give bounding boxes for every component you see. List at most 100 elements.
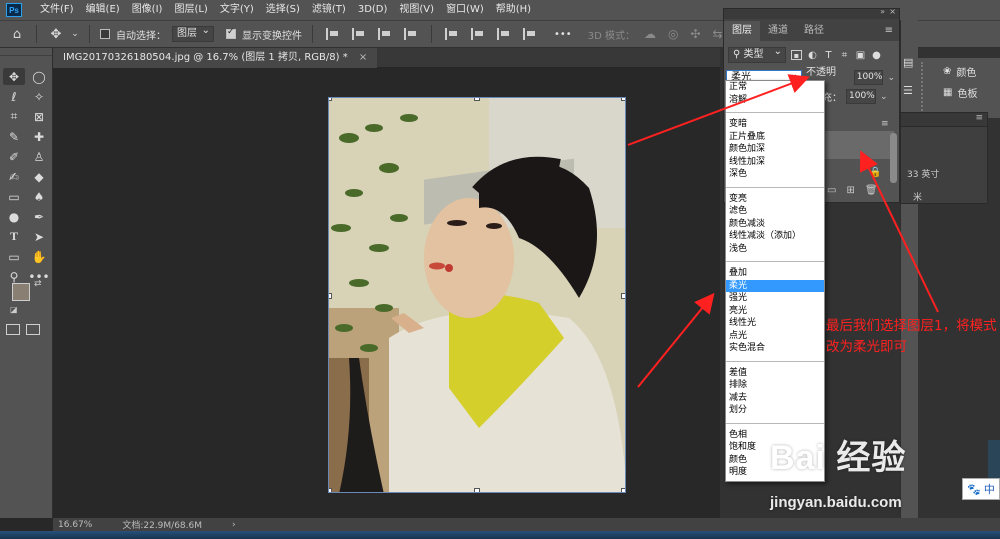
menu-image[interactable]: 图像(I) (126, 0, 169, 20)
filter-toggle-icon[interactable]: ● (871, 50, 882, 61)
transform-handle[interactable] (474, 98, 480, 101)
align-center-icon[interactable] (352, 28, 366, 40)
blend-option[interactable]: 颜色加深 (726, 143, 824, 156)
tab-channels[interactable]: 通道 (760, 21, 796, 41)
smart-object-filter-icon[interactable]: ▣ (855, 50, 866, 61)
screen-mode-icon[interactable] (26, 324, 40, 335)
blend-option[interactable]: 深色 (726, 168, 824, 181)
menu-filter[interactable]: 滤镜(T) (306, 0, 352, 20)
history-brush-tool-icon[interactable]: ✍ (3, 168, 25, 185)
pixel-filter-icon[interactable]: ▪ (791, 50, 802, 60)
foreground-color-swatch[interactable] (12, 283, 30, 301)
transform-handle[interactable] (621, 293, 625, 299)
delete-layer-icon[interactable]: 🗑 (865, 185, 878, 196)
move-tool-icon[interactable]: ✥ (47, 26, 65, 42)
align-right-icon[interactable] (378, 28, 392, 40)
3d-orbit-icon[interactable]: ☁ (644, 27, 656, 41)
distribute-bottom-icon[interactable] (497, 28, 511, 40)
transform-handle[interactable] (329, 98, 332, 101)
menu-window[interactable]: 窗口(W) (440, 0, 490, 20)
align-top-icon[interactable] (404, 28, 418, 40)
palette-icon[interactable]: ❀ (943, 66, 951, 77)
chevron-right-icon[interactable]: › (232, 520, 236, 530)
distribute-top-icon[interactable] (445, 28, 459, 40)
clone-stamp-tool-icon[interactable]: ♙ (28, 148, 50, 165)
hand-tool-icon[interactable]: ✋ (28, 248, 50, 265)
brush-tool-icon[interactable]: ✐ (3, 148, 25, 165)
move-tool-icon[interactable]: ✥ (3, 68, 25, 85)
quick-mask-icon[interactable] (6, 324, 20, 335)
color-panel-label[interactable]: 颜色 (956, 64, 976, 79)
blend-option[interactable]: 实色混合 (726, 342, 824, 355)
healing-brush-tool-icon[interactable]: ✚ (28, 128, 50, 145)
blend-option[interactable]: 正片叠底 (726, 131, 824, 144)
gradient-tool-icon[interactable]: ▭ (3, 188, 25, 205)
transform-handle[interactable] (621, 98, 625, 101)
3d-roll-icon[interactable]: ◎ (668, 27, 678, 41)
3d-pan-icon[interactable]: ✣ (690, 27, 700, 41)
distribute-middle-icon[interactable] (471, 28, 485, 40)
menu-help[interactable]: 帮助(H) (490, 0, 537, 20)
dodge-tool-icon[interactable]: ● (3, 208, 25, 225)
type-tool-icon[interactable]: T (3, 228, 25, 245)
shape-filter-icon[interactable]: ⌗ (839, 50, 850, 61)
crop-tool-icon[interactable]: ⌗ (3, 108, 25, 125)
grid-icon[interactable]: ▦ (943, 87, 952, 98)
blend-option[interactable]: 变暗 (726, 118, 824, 131)
blend-option[interactable]: 线性光 (726, 317, 824, 330)
default-colors-icon[interactable]: ◪ (10, 305, 18, 314)
eyedropper-tool-icon[interactable]: ✎ (3, 128, 25, 145)
filter-kind-dropdown[interactable]: ⚲ 类型 (728, 45, 786, 63)
toolbar-grip[interactable] (0, 48, 52, 56)
blend-option[interactable]: 正常 (726, 81, 824, 94)
document-tab[interactable]: IMG20170326180504.jpg @ 16.7% (图层 1 拷贝, … (53, 48, 378, 68)
magic-wand-tool-icon[interactable]: ✧ (28, 88, 50, 105)
chevron-down-icon[interactable]: ⌄ (880, 92, 888, 102)
swap-colors-icon[interactable]: ⇄ (34, 279, 42, 289)
menu-layer[interactable]: 图层(L) (168, 0, 213, 20)
marquee-tool-icon[interactable]: ◯ (28, 68, 50, 85)
tab-layers[interactable]: 图层 (724, 21, 760, 41)
blend-option[interactable]: 溶解 (726, 94, 824, 107)
lasso-tool-icon[interactable]: ℓ (3, 88, 25, 105)
panel-menu-icon[interactable]: ≡ (885, 21, 893, 41)
blend-option[interactable]: 差值 (726, 367, 824, 380)
menu-view[interactable]: 视图(V) (393, 0, 440, 20)
document-image[interactable] (328, 97, 626, 493)
chevron-down-icon[interactable]: ⌄ (887, 73, 895, 83)
blend-option[interactable]: 变亮 (726, 193, 824, 206)
blend-option[interactable]: 强光 (726, 292, 824, 305)
frame-tool-icon[interactable]: ⊠ (28, 108, 50, 125)
blend-option[interactable]: 点光 (726, 330, 824, 343)
new-group-icon[interactable]: ▭ (827, 185, 836, 196)
blend-option[interactable]: 滤色 (726, 205, 824, 218)
panel-grip[interactable] (921, 62, 931, 114)
panel-options-icon[interactable]: ≡ (881, 119, 889, 129)
close-icon[interactable]: × (889, 7, 896, 16)
type-filter-icon[interactable]: T (823, 50, 834, 61)
rectangle-tool-icon[interactable]: ▭ (3, 248, 25, 265)
tab-paths[interactable]: 路径 (796, 21, 832, 41)
blend-option[interactable]: 线性加深 (726, 156, 824, 169)
history-icon[interactable]: ▤ (903, 56, 917, 70)
transform-handle[interactable] (329, 293, 332, 299)
align-left-icon[interactable] (326, 28, 340, 40)
pen-tool-icon[interactable]: ✒ (28, 208, 50, 225)
menu-3d[interactable]: 3D(D) (352, 0, 394, 20)
new-layer-icon[interactable]: ⊞ (846, 185, 854, 196)
blur-tool-icon[interactable]: ♠ (28, 188, 50, 205)
menu-file[interactable]: 文件(F) (34, 0, 80, 20)
show-transform-checkbox[interactable] (226, 27, 236, 39)
blend-option[interactable]: 叠加 (726, 267, 824, 280)
panel-header[interactable]: » × (724, 7, 899, 19)
distribute-horizontal-icon[interactable] (523, 28, 537, 40)
blend-option[interactable]: 线性减淡（添加） (726, 230, 824, 243)
auto-select-target-dropdown[interactable]: 图层 (172, 24, 214, 42)
eraser-tool-icon[interactable]: ◆ (28, 168, 50, 185)
blend-option-selected[interactable]: 柔光 (726, 279, 824, 292)
blend-option[interactable]: 排除 (726, 379, 824, 392)
blend-option[interactable]: 浅色 (726, 243, 824, 256)
zoom-level[interactable]: 16.67% (58, 520, 92, 530)
fill-input[interactable]: 100% (846, 89, 876, 104)
auto-select-checkbox[interactable] (100, 29, 110, 39)
